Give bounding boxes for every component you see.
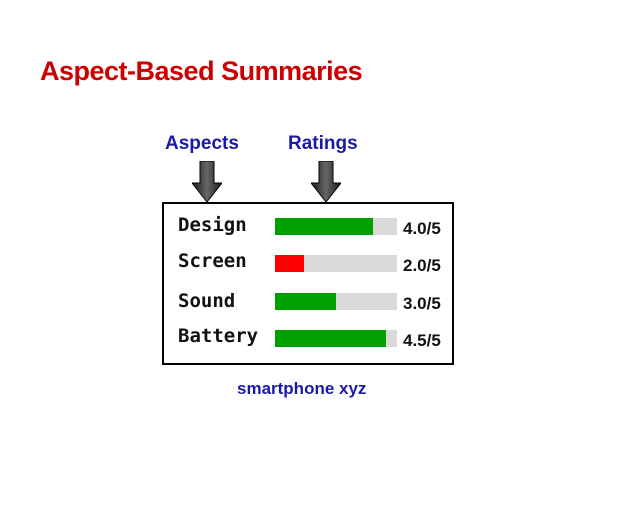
aspect-label-screen: Screen: [178, 250, 247, 272]
aspects-label: Aspects: [165, 133, 239, 154]
rating-bar-design: [275, 218, 397, 235]
score-screen: 2.0/5: [403, 256, 441, 275]
product-caption: smartphone xyz: [237, 379, 367, 398]
score-battery: 4.5/5: [403, 331, 441, 350]
rating-fill-design: [275, 218, 373, 235]
rating-fill-screen: [275, 255, 305, 272]
score-sound: 3.0/5: [403, 294, 441, 313]
slide-title: Aspect-Based Summaries: [40, 56, 363, 86]
aspect-label-battery: Battery: [178, 325, 259, 347]
rating-fill-sound: [275, 293, 336, 310]
aspect-label-sound: Sound: [178, 290, 236, 312]
rating-bar-screen: [275, 255, 397, 272]
ratings-label: Ratings: [288, 133, 358, 154]
rating-bar-battery: [275, 330, 397, 347]
aspect-label-design: Design: [178, 214, 247, 236]
rating-fill-battery: [275, 330, 387, 347]
score-design: 4.0/5: [403, 219, 441, 238]
ratings-down-arrow-icon: [311, 161, 341, 203]
rating-bar-sound: [275, 293, 397, 310]
aspects-down-arrow-icon: [192, 161, 222, 203]
